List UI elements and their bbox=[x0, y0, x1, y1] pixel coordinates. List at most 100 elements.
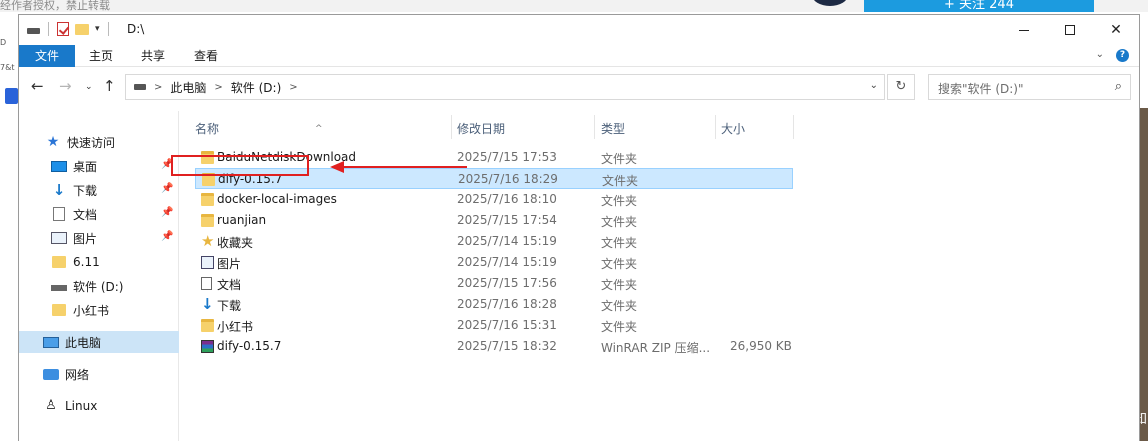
file-name: 小红书 bbox=[217, 320, 254, 334]
file-type: 文件夹 bbox=[601, 215, 638, 229]
desktop-icon bbox=[51, 161, 67, 172]
file-row[interactable]: 小红书 2025/7/16 15:31 文件夹 bbox=[195, 315, 793, 336]
sidebar-item-label: Linux bbox=[65, 399, 98, 413]
maximize-icon bbox=[1065, 25, 1075, 35]
follow-button[interactable]: + 关注 244 bbox=[864, 0, 1094, 12]
download-icon: ↓ bbox=[52, 181, 66, 199]
column-divider[interactable] bbox=[594, 115, 595, 139]
column-divider[interactable] bbox=[451, 115, 452, 139]
column-header-date[interactable]: 修改日期 bbox=[457, 115, 597, 143]
help-icon[interactable]: ? bbox=[1116, 49, 1129, 62]
file-row[interactable]: ★ 收藏夹 2025/7/14 15:19 文件夹 bbox=[195, 231, 793, 252]
file-date: 2025/7/14 15:19 bbox=[457, 255, 557, 269]
file-type: 文件夹 bbox=[601, 152, 638, 166]
sidebar-item-desktop[interactable]: 桌面 📌 bbox=[19, 155, 179, 177]
folder-icon bbox=[201, 214, 214, 227]
column-header-name[interactable]: 名称 ^ bbox=[195, 115, 451, 143]
file-date: 2025/7/16 18:29 bbox=[458, 172, 558, 186]
column-header-label: 名称 bbox=[195, 122, 220, 136]
annotation-highlight-box bbox=[171, 155, 309, 176]
chevron-down-icon[interactable]: ⌄ bbox=[870, 80, 878, 91]
sidebar-item-this-pc[interactable]: 此电脑 bbox=[19, 331, 179, 353]
column-divider[interactable] bbox=[793, 115, 794, 139]
toolbar-divider bbox=[107, 22, 109, 36]
search-input[interactable]: 搜索"软件 (D:)" ⌕ bbox=[928, 74, 1131, 100]
quick-access-toolbar: ▾ bbox=[27, 22, 111, 36]
folder-icon bbox=[52, 256, 66, 268]
file-row[interactable]: 图片 2025/7/14 15:19 文件夹 bbox=[195, 252, 793, 273]
address-bar[interactable]: > 此电脑 > 软件 (D:) > ⌄ bbox=[125, 74, 885, 100]
toolbar-divider bbox=[48, 22, 49, 36]
new-folder-icon[interactable] bbox=[75, 23, 89, 35]
file-row[interactable]: ruanjian 2025/7/15 17:54 文件夹 bbox=[195, 210, 793, 231]
favorites-star-icon: ★ bbox=[201, 232, 215, 250]
sidebar-item-label: 网络 bbox=[65, 367, 90, 382]
breadcrumb-this-pc[interactable]: 此电脑 bbox=[170, 79, 206, 96]
navigation-pane: ★ 快速访问 桌面 📌 ↓ 下载 📌 文档 📌 图片 📌 6.11 软件 (D:… bbox=[19, 111, 179, 441]
file-row[interactable]: 文档 2025/7/15 17:56 文件夹 bbox=[195, 273, 793, 294]
file-type: 文件夹 bbox=[601, 320, 638, 334]
column-header-type[interactable]: 类型 bbox=[601, 115, 717, 143]
file-row[interactable]: dify-0.15.7 2025/7/15 18:32 WinRAR ZIP 压… bbox=[195, 336, 793, 357]
title-bar: ▾ D:\ ✕ bbox=[19, 15, 1139, 45]
tab-file[interactable]: 文件 bbox=[19, 45, 75, 67]
sidebar-item-network[interactable]: 网络 bbox=[19, 363, 179, 385]
search-placeholder: 搜索"软件 (D:)" bbox=[938, 82, 1024, 96]
file-name: 下载 bbox=[217, 299, 242, 313]
breadcrumb-drive-d[interactable]: 软件 (D:) bbox=[231, 79, 281, 96]
close-button[interactable]: ✕ bbox=[1093, 15, 1139, 45]
document-icon bbox=[201, 277, 212, 290]
search-icon[interactable]: ⌕ bbox=[1115, 79, 1122, 94]
file-row[interactable]: ↓ 下载 2025/7/16 18:28 文件夹 bbox=[195, 294, 793, 315]
file-date: 2025/7/15 17:53 bbox=[457, 150, 557, 164]
chevron-down-icon[interactable]: ▾ bbox=[95, 24, 100, 34]
sidebar-item-6-11[interactable]: 6.11 bbox=[19, 251, 179, 273]
sidebar-item-label: 小红书 bbox=[73, 303, 110, 318]
window-title: D:\ bbox=[127, 22, 145, 36]
file-name: ruanjian bbox=[217, 213, 267, 227]
sidebar-item-linux[interactable]: ♙ Linux bbox=[19, 395, 179, 417]
minimize-button[interactable] bbox=[1001, 15, 1047, 45]
sidebar-item-documents[interactable]: 文档 📌 bbox=[19, 203, 179, 225]
sidebar-item-downloads[interactable]: ↓ 下载 📌 bbox=[19, 179, 179, 201]
column-divider[interactable] bbox=[715, 115, 716, 139]
download-icon: ↓ bbox=[201, 295, 214, 313]
sidebar-item-label: 软件 (D:) bbox=[73, 279, 124, 294]
tab-home[interactable]: 主页 bbox=[75, 45, 127, 67]
breadcrumb-separator[interactable]: > bbox=[154, 82, 162, 93]
folder-icon bbox=[201, 193, 214, 206]
computer-icon bbox=[43, 336, 59, 348]
folder-icon bbox=[52, 304, 66, 316]
file-row[interactable]: docker-local-images 2025/7/16 18:10 文件夹 bbox=[195, 189, 793, 210]
forward-button[interactable]: → bbox=[59, 77, 72, 95]
sidebar-item-quick-access[interactable]: ★ 快速访问 bbox=[19, 131, 179, 153]
properties-icon[interactable] bbox=[57, 22, 69, 36]
picture-icon bbox=[201, 256, 214, 269]
sidebar-item-pictures[interactable]: 图片 📌 bbox=[19, 227, 179, 249]
sidebar-item-drive-d[interactable]: 软件 (D:) bbox=[19, 275, 179, 297]
file-type: 文件夹 bbox=[601, 236, 638, 250]
breadcrumb-separator[interactable]: > bbox=[214, 82, 222, 93]
pin-icon: 📌 bbox=[161, 207, 174, 218]
file-date: 2025/7/15 18:32 bbox=[457, 339, 557, 353]
background-left-text: D bbox=[0, 38, 7, 47]
up-button[interactable]: ↑ bbox=[103, 77, 116, 95]
sidebar-item-label: 此电脑 bbox=[65, 335, 102, 350]
file-date: 2025/7/14 15:19 bbox=[457, 234, 557, 248]
maximize-button[interactable] bbox=[1047, 15, 1093, 45]
file-type: 文件夹 bbox=[601, 278, 638, 292]
refresh-button[interactable]: ↻ bbox=[887, 74, 915, 100]
tab-share[interactable]: 共享 bbox=[127, 45, 179, 67]
back-button[interactable]: ← bbox=[31, 77, 44, 95]
breadcrumb-separator[interactable]: > bbox=[289, 82, 297, 93]
background-left-button[interactable] bbox=[5, 88, 18, 104]
chevron-down-icon[interactable]: ⌄ bbox=[1096, 49, 1104, 62]
tab-view[interactable]: 查看 bbox=[179, 45, 233, 67]
file-date: 2025/7/16 15:31 bbox=[457, 318, 557, 332]
file-date: 2025/7/15 17:54 bbox=[457, 213, 557, 227]
column-header-size[interactable]: 大小 bbox=[721, 115, 791, 143]
recent-locations-button[interactable]: ⌄ bbox=[85, 82, 93, 92]
sidebar-item-xiaohongshu[interactable]: 小红书 bbox=[19, 299, 179, 321]
window-controls: ✕ bbox=[1001, 15, 1139, 45]
pin-icon: 📌 bbox=[161, 231, 174, 242]
